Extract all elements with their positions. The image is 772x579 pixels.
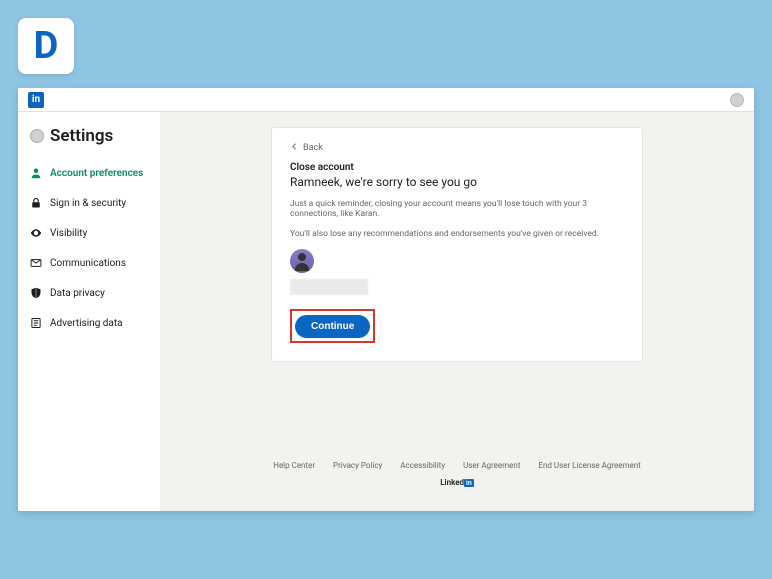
sidebar-item-data-privacy[interactable]: Data privacy xyxy=(18,278,160,308)
linkedin-badge-icon: in xyxy=(464,479,474,487)
close-account-card: Back Close account Ramneek, we're sorry … xyxy=(272,128,642,361)
content-area: Back Close account Ramneek, we're sorry … xyxy=(160,112,754,511)
connection-name-redacted xyxy=(290,279,368,295)
connection-avatar-icon xyxy=(290,249,314,273)
user-avatar-icon xyxy=(30,129,44,143)
footer-link-eula[interactable]: End User License Agreement xyxy=(538,461,640,470)
sidebar-item-advertising-data[interactable]: Advertising data xyxy=(18,308,160,338)
sidebar: Settings Account preferences Sign in & s… xyxy=(18,112,160,511)
settings-header: Settings xyxy=(18,122,160,158)
page-title: Settings xyxy=(50,126,113,146)
back-button[interactable]: Back xyxy=(290,142,624,154)
main-area: Settings Account preferences Sign in & s… xyxy=(18,112,754,511)
sidebar-item-label: Account preferences xyxy=(50,168,143,179)
sidebar-item-account-preferences[interactable]: Account preferences xyxy=(18,158,160,188)
receipt-icon xyxy=(30,317,42,329)
sidebar-item-label: Visibility xyxy=(50,228,87,239)
footer-links: Help Center Privacy Policy Accessibility… xyxy=(190,461,724,470)
shield-icon xyxy=(30,287,42,299)
footer-link-help-center[interactable]: Help Center xyxy=(273,461,315,470)
topbar: in xyxy=(18,88,754,112)
lose-text: You'll also lose any recommendations and… xyxy=(290,229,624,239)
mail-icon xyxy=(30,257,42,269)
continue-button[interactable]: Continue xyxy=(295,315,370,338)
linkedin-icon[interactable]: in xyxy=(28,92,44,108)
sidebar-item-communications[interactable]: Communications xyxy=(18,248,160,278)
sidebar-item-label: Communications xyxy=(50,258,126,269)
arrow-left-icon xyxy=(290,142,299,154)
section-label: Close account xyxy=(290,162,624,173)
outer-brand-badge: D xyxy=(18,18,74,74)
footer-brand: Linkedin xyxy=(190,478,724,487)
back-label: Back xyxy=(303,143,323,153)
app-window: in Settings Account preferences Sign in … xyxy=(18,88,754,511)
sidebar-item-label: Data privacy xyxy=(50,288,105,299)
person-icon xyxy=(30,167,42,179)
footer-link-accessibility[interactable]: Accessibility xyxy=(400,461,445,470)
footer: Help Center Privacy Policy Accessibility… xyxy=(190,401,724,495)
footer-link-user-agreement[interactable]: User Agreement xyxy=(463,461,520,470)
reminder-text: Just a quick reminder, closing your acco… xyxy=(290,199,624,219)
footer-link-privacy-policy[interactable]: Privacy Policy xyxy=(333,461,382,470)
outer-brand-letter: D xyxy=(34,24,59,68)
page-heading: Ramneek, we're sorry to see you go xyxy=(290,175,624,189)
sidebar-item-sign-in-security[interactable]: Sign in & security xyxy=(18,188,160,218)
sidebar-item-label: Sign in & security xyxy=(50,198,126,209)
continue-highlight-box: Continue xyxy=(290,309,375,343)
profile-avatar-icon[interactable] xyxy=(730,93,744,107)
eye-icon xyxy=(30,227,42,239)
lock-icon xyxy=(30,197,42,209)
sidebar-item-label: Advertising data xyxy=(50,318,123,329)
sidebar-item-visibility[interactable]: Visibility xyxy=(18,218,160,248)
